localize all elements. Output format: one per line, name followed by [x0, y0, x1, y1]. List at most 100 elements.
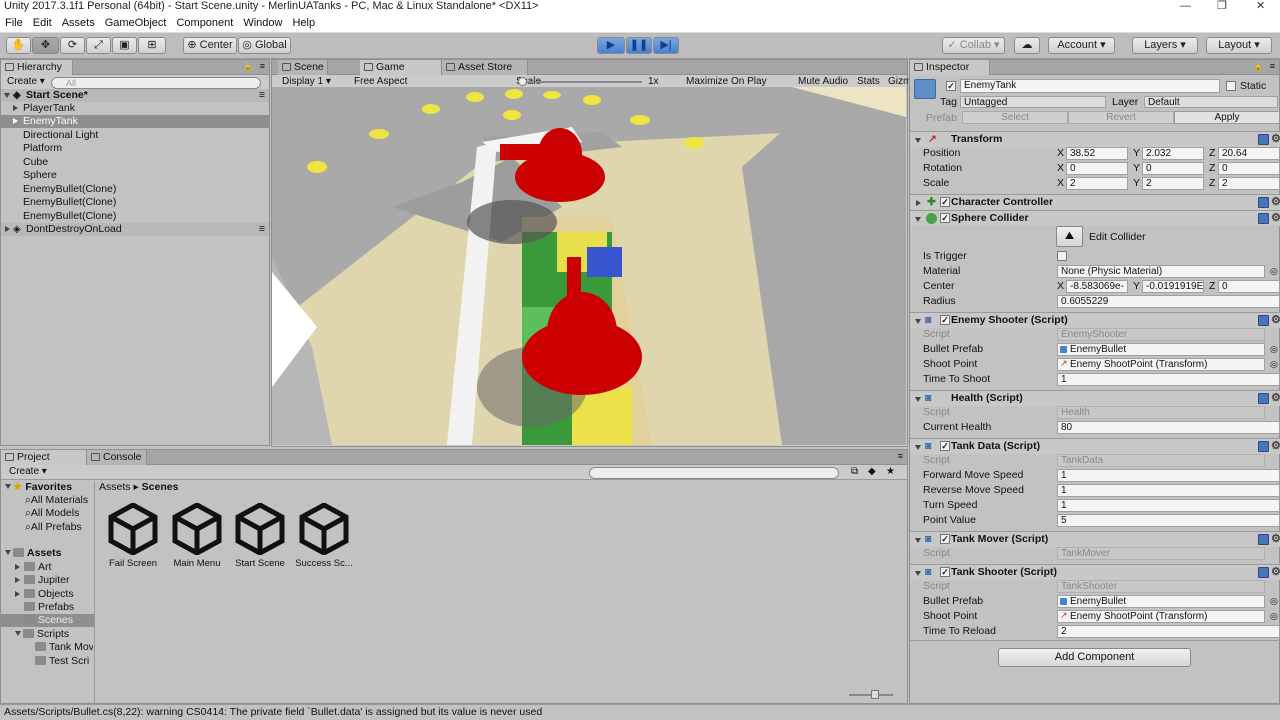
position-z-field[interactable]: 20.64	[1218, 147, 1280, 160]
object-name-field[interactable]: EnemyTank	[960, 79, 1220, 93]
edit-collider-button[interactable]: ⛰	[1056, 226, 1083, 247]
account-dropdown[interactable]: Account ▾	[1048, 37, 1115, 54]
folder-item[interactable]: Art	[15, 561, 51, 574]
folder-item[interactable]: Test Scri	[35, 655, 93, 668]
help-book-icon[interactable]	[1258, 315, 1269, 326]
rotation-y-field[interactable]: 0	[1142, 162, 1204, 175]
is-trigger-checkbox[interactable]	[1057, 251, 1067, 261]
breadcrumb-scenes[interactable]: Scenes	[142, 481, 179, 493]
menu-file[interactable]: File	[0, 14, 28, 29]
game-render-view[interactable]	[272, 87, 906, 445]
gear-icon[interactable]: ⚙	[1271, 132, 1280, 147]
fold-arrow-icon[interactable]	[915, 319, 921, 324]
expand-arrow-icon[interactable]	[15, 577, 20, 583]
project-create-dropdown[interactable]: Create ▾	[5, 466, 51, 479]
tab-scene[interactable]: Scene	[278, 60, 328, 75]
tank-shooter-header[interactable]: ◙ ✓ Tank Shooter (Script) ⚙	[910, 564, 1280, 580]
turn-speed-field[interactable]: 1	[1057, 499, 1280, 512]
tab-console[interactable]: Console	[87, 450, 147, 465]
transform-tool-icon[interactable]: ⊞	[138, 37, 166, 54]
pivot-global-button[interactable]: ◎ Global	[238, 37, 291, 54]
project-search-input[interactable]	[589, 467, 839, 479]
tank-mover-header[interactable]: ◙ ✓ Tank Mover (Script) ⚙	[910, 531, 1280, 547]
hierarchy-item[interactable]: EnemyBullet(Clone)	[1, 183, 269, 196]
assets-header[interactable]: Assets	[5, 547, 61, 560]
object-picker-icon[interactable]: ◎	[1270, 342, 1278, 357]
help-book-icon[interactable]	[1258, 567, 1269, 578]
folder-item[interactable]: Tank Mov	[35, 641, 93, 654]
hierarchy-item[interactable]: Directional Light	[1, 129, 269, 142]
close-icon[interactable]: ✕	[1256, 0, 1265, 13]
fold-arrow-icon[interactable]	[916, 200, 921, 206]
enemy-shooter-header[interactable]: ◙ ✓ Enemy Shooter (Script) ⚙	[910, 312, 1280, 328]
favorites-header[interactable]: ★ Favorites	[5, 481, 72, 494]
menu-gameobject[interactable]: GameObject	[100, 14, 172, 29]
transform-header[interactable]: ↗ Transform ⚙	[910, 131, 1280, 147]
menu-edit[interactable]: Edit	[28, 14, 57, 29]
shoot-point-field[interactable]: ↗ Enemy ShootPoint (Transform)	[1057, 610, 1265, 623]
move-tool-icon[interactable]: ✥	[32, 37, 59, 54]
static-checkbox[interactable]	[1226, 81, 1236, 91]
menu-window[interactable]: Window	[238, 14, 287, 29]
fold-arrow-icon[interactable]	[915, 445, 921, 450]
sphere-collider-header[interactable]: ✓ Sphere Collider ⚙	[910, 210, 1280, 226]
tab-game[interactable]: Game	[360, 60, 442, 75]
scene-asset[interactable]: Main Menu	[162, 502, 232, 569]
component-enabled-checkbox[interactable]: ✓	[940, 441, 950, 451]
lock-icon[interactable]: 🔒	[1253, 62, 1263, 71]
tank-data-header[interactable]: ◙ ✓ Tank Data (Script) ⚙	[910, 438, 1280, 454]
expand-arrow-icon[interactable]	[5, 484, 11, 489]
folder-item[interactable]: Objects	[15, 588, 74, 601]
filter-type-icon[interactable]: ⧉	[851, 466, 858, 477]
layers-dropdown[interactable]: Layers ▾	[1132, 37, 1198, 54]
pivot-center-button[interactable]: ⊕ Center	[183, 37, 237, 54]
hierarchy-item[interactable]: Sphere	[1, 169, 269, 182]
fold-arrow-icon[interactable]	[915, 571, 921, 576]
gear-icon[interactable]: ⚙	[1271, 195, 1280, 210]
collab-dropdown[interactable]: ✓ Collab ▾	[942, 37, 1005, 54]
prefab-revert-button[interactable]: Revert	[1068, 111, 1174, 124]
fold-arrow-icon[interactable]	[915, 397, 921, 402]
help-book-icon[interactable]	[1258, 197, 1269, 208]
pause-button[interactable]: ❚❚	[626, 37, 652, 54]
expand-arrow-icon[interactable]	[13, 105, 18, 111]
prefab-apply-button[interactable]: Apply	[1174, 111, 1280, 124]
rotate-tool-icon[interactable]: ⟳	[60, 37, 85, 54]
radius-field[interactable]: 0.6055229	[1057, 295, 1280, 308]
position-x-field[interactable]: 38.52	[1066, 147, 1128, 160]
component-enabled-checkbox[interactable]: ✓	[940, 315, 950, 325]
help-book-icon[interactable]	[1258, 393, 1269, 404]
tag-dropdown[interactable]: Untagged	[960, 96, 1106, 108]
center-z-field[interactable]: 0	[1218, 280, 1280, 293]
tab-inspector[interactable]: Inspector	[910, 60, 990, 75]
scene-asset[interactable]: Start Scene	[225, 502, 295, 569]
filter-label-icon[interactable]: ◆	[868, 466, 876, 477]
favorite-item[interactable]: ⌕All Materials	[25, 494, 88, 507]
scale-slider[interactable]	[518, 77, 642, 86]
menu-component[interactable]: Component	[171, 14, 238, 29]
play-button[interactable]: ▶	[597, 37, 625, 54]
hierarchy-item[interactable]: PlayerTank	[1, 102, 269, 115]
scene-menu-icon[interactable]: ≡	[259, 89, 265, 102]
expand-arrow-icon[interactable]	[5, 226, 10, 232]
gear-icon[interactable]: ⚙	[1271, 565, 1280, 580]
reverse-speed-field[interactable]: 1	[1057, 484, 1280, 497]
dont-destroy-header[interactable]: ◈ DontDestroyOnLoad ≡	[1, 223, 269, 236]
favorite-item[interactable]: ⌕All Prefabs	[25, 521, 82, 534]
point-value-field[interactable]: 5	[1057, 514, 1280, 527]
hand-tool-icon[interactable]: ✋	[6, 37, 31, 54]
scene-header[interactable]: ◈ Start Scene* ≡	[1, 89, 269, 102]
bullet-prefab-field[interactable]: EnemyBullet	[1057, 343, 1265, 356]
rotation-z-field[interactable]: 0	[1218, 162, 1280, 175]
gear-icon[interactable]: ⚙	[1271, 211, 1280, 226]
expand-arrow-icon[interactable]	[5, 550, 11, 555]
scale-z-field[interactable]: 2	[1218, 177, 1280, 190]
current-health-field[interactable]: 80	[1057, 421, 1280, 434]
folder-item[interactable]: Jupiter	[15, 574, 70, 587]
bullet-prefab-field[interactable]: EnemyBullet	[1057, 595, 1265, 608]
character-controller-header[interactable]: ✚ ✓ Character Controller ⚙	[910, 194, 1280, 210]
component-enabled-checkbox[interactable]: ✓	[940, 197, 950, 207]
active-checkbox[interactable]: ✓	[946, 81, 956, 91]
folder-item[interactable]: Scripts	[15, 628, 69, 641]
favorite-star-icon[interactable]: ★	[886, 466, 895, 477]
